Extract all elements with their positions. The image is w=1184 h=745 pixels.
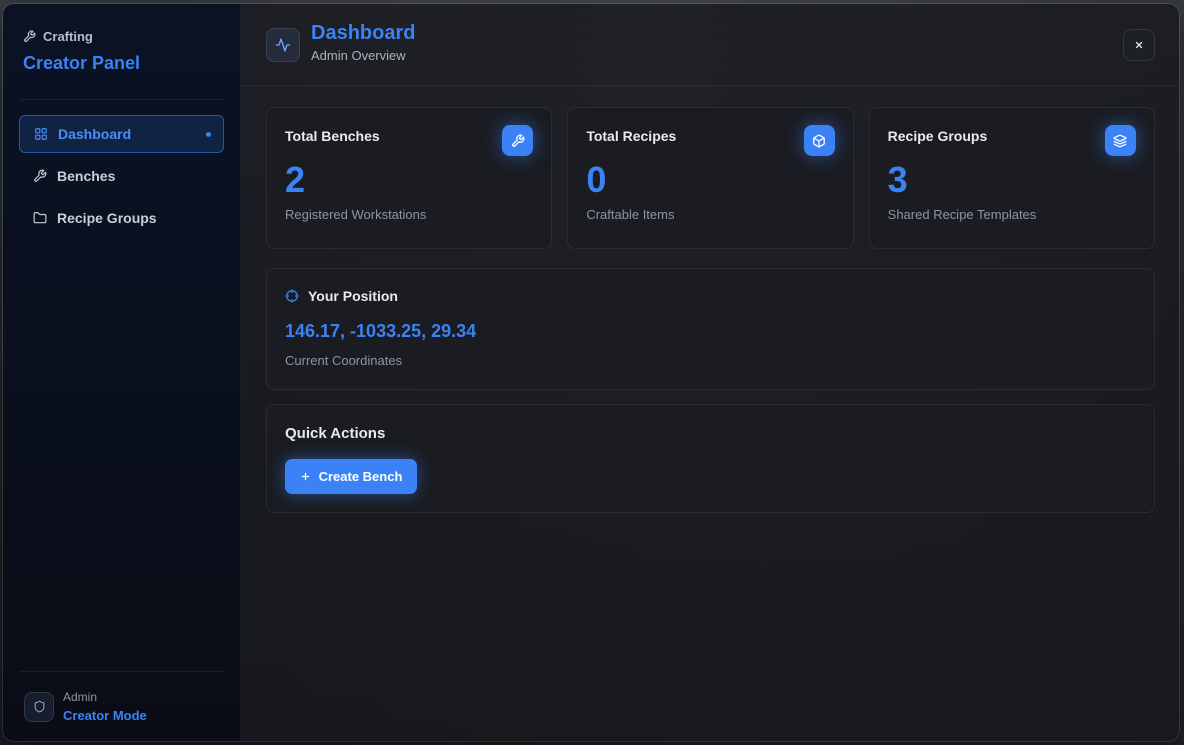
stats-row: Total Benches 2 Registered Workstations … (266, 107, 1155, 249)
stat-card-recipe-groups: Recipe Groups 3 Shared Recipe Templates (868, 107, 1155, 249)
main-panel: Dashboard Admin Overview Total Benches 2… (241, 4, 1179, 741)
user-role: Admin (63, 690, 98, 704)
quick-actions-card: Quick Actions Create Bench (266, 404, 1155, 513)
sidebar-nav: Dashboard Benches Recipe Groups (19, 115, 224, 237)
dashboard-content: Total Benches 2 Registered Workstations … (266, 107, 1155, 513)
stat-title: Total Benches (285, 128, 380, 144)
position-card: Your Position 146.17, -1033.25, 29.34 Cu… (266, 268, 1155, 390)
user-mode: Creator Mode (63, 708, 147, 723)
stat-card-total-recipes: Total Recipes 0 Craftable Items (567, 107, 854, 249)
position-title: Your Position (308, 288, 398, 304)
stat-value: 3 (887, 159, 908, 200)
crosshair-icon (285, 289, 299, 303)
wrench-icon (511, 134, 525, 147)
page-title: Dashboard (311, 22, 416, 44)
sidebar-footer: Admin Creator Mode (19, 671, 224, 741)
wrench-icon (34, 169, 47, 182)
create-bench-button[interactable]: Create Bench (285, 459, 417, 494)
sidebar-item-dashboard[interactable]: Dashboard (19, 115, 224, 153)
close-icon (1135, 41, 1143, 49)
sidebar-item-label: Recipe Groups (57, 210, 157, 226)
active-indicator-dot (206, 132, 211, 137)
shield-icon (34, 700, 44, 713)
stat-subtitle: Registered Workstations (285, 207, 427, 222)
creator-panel-window: Crafting Creator Panel Dashboard Benches… (2, 3, 1180, 742)
wrench-icon (24, 30, 36, 42)
stat-title: Recipe Groups (887, 128, 988, 144)
sidebar-item-label: Dashboard (58, 126, 132, 142)
folder-icon (33, 212, 47, 224)
grid-icon (35, 128, 47, 140)
cube-icon (813, 134, 826, 147)
stat-subtitle: Shared Recipe Templates (887, 207, 1037, 222)
sidebar: Crafting Creator Panel Dashboard Benches… (3, 4, 241, 741)
brand-label: Crafting (43, 29, 93, 44)
plus-icon (301, 472, 309, 481)
sidebar-item-benches[interactable]: Benches (19, 157, 224, 195)
page-subtitle: Admin Overview (311, 48, 406, 63)
position-coordinates: 146.17, -1033.25, 29.34 (285, 321, 477, 341)
stat-value: 2 (285, 159, 306, 200)
brand: Crafting Creator Panel (19, 4, 224, 100)
stat-title: Total Recipes (586, 128, 677, 144)
sidebar-item-label: Benches (57, 168, 116, 184)
brand-title: Creator Panel (23, 53, 141, 73)
page-header: Dashboard Admin Overview (241, 4, 1179, 86)
stat-value: 0 (586, 159, 607, 200)
close-button[interactable] (1123, 29, 1155, 61)
stat-subtitle: Craftable Items (586, 207, 675, 222)
sidebar-item-recipe-groups[interactable]: Recipe Groups (19, 199, 224, 237)
stat-card-total-benches: Total Benches 2 Registered Workstations (266, 107, 553, 249)
layers-icon (1114, 134, 1127, 147)
quick-actions-title: Quick Actions (285, 425, 386, 442)
create-bench-label: Create Bench (318, 469, 403, 484)
position-subtitle: Current Coordinates (285, 353, 403, 368)
activity-icon (275, 37, 291, 52)
